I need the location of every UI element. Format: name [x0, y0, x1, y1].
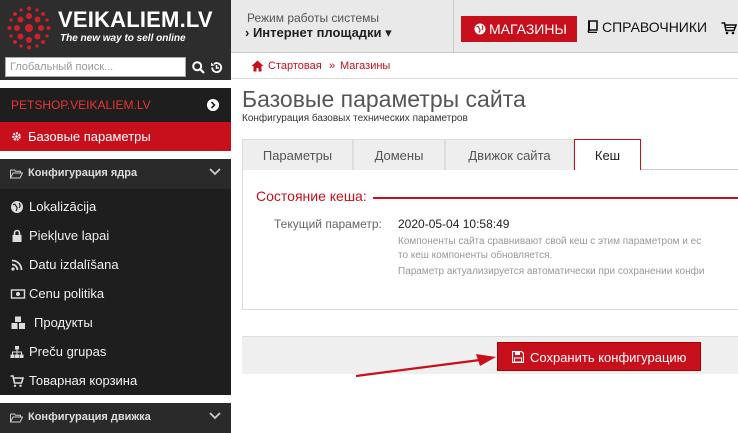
sidebar-item-label: Piekļuve lapai: [29, 228, 110, 243]
breadcrumb-home-link[interactable]: Стартовая: [268, 60, 322, 72]
current-param-value: 2020-05-04 10:58:49: [398, 217, 510, 231]
folder-open-icon: [10, 169, 23, 179]
annotation-arrow: [355, 354, 496, 378]
breadcrumb: Стартовая » Магазины: [231, 54, 738, 79]
reference-books-label: СПРАВОЧНИКИ: [602, 19, 708, 35]
folder-open-icon: [10, 413, 23, 423]
globe-icon: [11, 201, 23, 213]
gear-icon: [12, 132, 21, 141]
cubes-icon: [11, 316, 25, 329]
sidebar-item-label: Datu izdalīšana: [29, 257, 119, 272]
cart-icon[interactable]: [721, 21, 737, 35]
help-text: Параметр актуализируется автоматически п…: [398, 266, 705, 277]
history-icon[interactable]: [207, 57, 225, 77]
logo-icon: [7, 6, 51, 50]
sidebar-group-label: Конфигурация движка: [28, 411, 151, 423]
floppy-disk-icon: [512, 351, 524, 363]
brand-header: VEIKALIEM.LV The new way to sell online: [0, 0, 231, 53]
tab-bar: Параметры Домены Движок сайта Кеш: [242, 139, 738, 171]
sidebar-item-label: Cenu politika: [29, 286, 105, 301]
shops-button-label: МАГАЗИНЫ: [489, 21, 567, 37]
lock-icon: [12, 229, 22, 242]
save-config-button[interactable]: Сохранить конфигурацию: [497, 342, 701, 371]
brand-name: VEIKALIEM.LV: [58, 7, 213, 32]
tab-parameters[interactable]: Параметры: [242, 139, 353, 170]
cache-status-legend: Состояние кеша:: [256, 188, 373, 204]
global-search: [0, 53, 231, 80]
sidebar-shop-selector[interactable]: PETSHOP.VEIKALIEM.LV: [0, 88, 231, 122]
search-icon[interactable]: [189, 57, 207, 77]
sidebar-item-label: Preču grupas: [29, 344, 107, 359]
sidebar-group-label: Конфигурация ядра: [28, 167, 138, 179]
money-icon: [10, 289, 26, 299]
sidebar-item-label: Lokalizācija: [29, 199, 97, 214]
book-icon: [587, 20, 598, 33]
chevron-down-icon[interactable]: [209, 412, 221, 420]
sidebar-spacer: [0, 80, 231, 88]
cart-icon: [10, 375, 24, 387]
tab-label: Движок сайта: [468, 147, 551, 163]
page-title: Базовые параметры сайта: [242, 86, 526, 112]
current-param-label: Текущий параметр:: [274, 217, 382, 231]
sidebar: PETSHOP.VEIKALIEM.LV Базовые параметры К…: [0, 80, 231, 433]
save-config-label: Сохранить конфигурацию: [530, 350, 687, 365]
sidebar-spacer: [0, 395, 231, 403]
chevron-down-icon[interactable]: [209, 168, 221, 176]
system-mode-dropdown[interactable]: › Интернет площадки ▾: [245, 25, 392, 41]
page-subtitle: Конфигурация базовых технических парамет…: [242, 113, 468, 124]
sidebar-item-label: Продукты: [34, 315, 93, 330]
sitemap-icon: [10, 346, 24, 358]
shops-button[interactable]: МАГАЗИНЫ: [461, 16, 577, 42]
system-mode-label: Режим работы системы: [247, 11, 380, 25]
tab-cache[interactable]: Кеш: [574, 139, 641, 171]
sidebar-item-localization[interactable]: Lokalizācija: [0, 192, 231, 221]
sidebar-item-cart[interactable]: Товарная корзина: [0, 366, 231, 395]
help-text: то кеш компоненты обновляется.: [398, 250, 553, 261]
shop-name: PETSHOP.VEIKALIEM.LV: [11, 98, 151, 112]
divider: [453, 0, 454, 53]
brand-tagline: The new way to sell online: [60, 33, 186, 44]
sidebar-group-engine[interactable]: Конфигурация движка: [0, 403, 231, 433]
globe-icon: [474, 23, 486, 35]
sidebar-item-price-policy[interactable]: Cenu politika: [0, 279, 231, 308]
tab-label: Параметры: [262, 147, 333, 163]
tab-label: Домены: [374, 147, 424, 163]
arrow-right-circle-icon[interactable]: [207, 99, 219, 111]
global-search-input[interactable]: [5, 57, 186, 77]
cache-panel: Состояние кеша: Текущий параметр: 2020-0…: [242, 170, 738, 310]
legend-rule: [371, 197, 738, 199]
sidebar-item-data-export[interactable]: Datu izdalīšana: [0, 250, 231, 279]
sidebar-item-product-groups[interactable]: Preču grupas: [0, 337, 231, 366]
breadcrumb-separator: »: [329, 60, 336, 72]
sidebar-spacer: [0, 151, 231, 159]
tab-domains[interactable]: Домены: [353, 139, 445, 170]
breadcrumb-current-link[interactable]: Магазины: [340, 60, 390, 72]
help-text: Компоненты сайта сравнивают свой кеш с э…: [398, 236, 702, 247]
tab-site-engine[interactable]: Движок сайта: [445, 139, 574, 170]
top-bar: Режим работы системы › Интернет площадки…: [231, 0, 738, 53]
sidebar-item-label: Товарная корзина: [29, 373, 138, 388]
sidebar-item-base-params[interactable]: Базовые параметры: [0, 122, 231, 151]
sidebar-item-products[interactable]: Продукты: [0, 308, 231, 337]
home-icon[interactable]: [251, 60, 264, 72]
sidebar-item-label: Базовые параметры: [28, 129, 151, 144]
tab-label: Кеш: [594, 147, 621, 163]
sidebar-group-core[interactable]: Конфигурация ядра: [0, 159, 231, 189]
rss-icon: [11, 259, 23, 271]
sidebar-item-page-access[interactable]: Piekļuve lapai: [0, 221, 231, 250]
